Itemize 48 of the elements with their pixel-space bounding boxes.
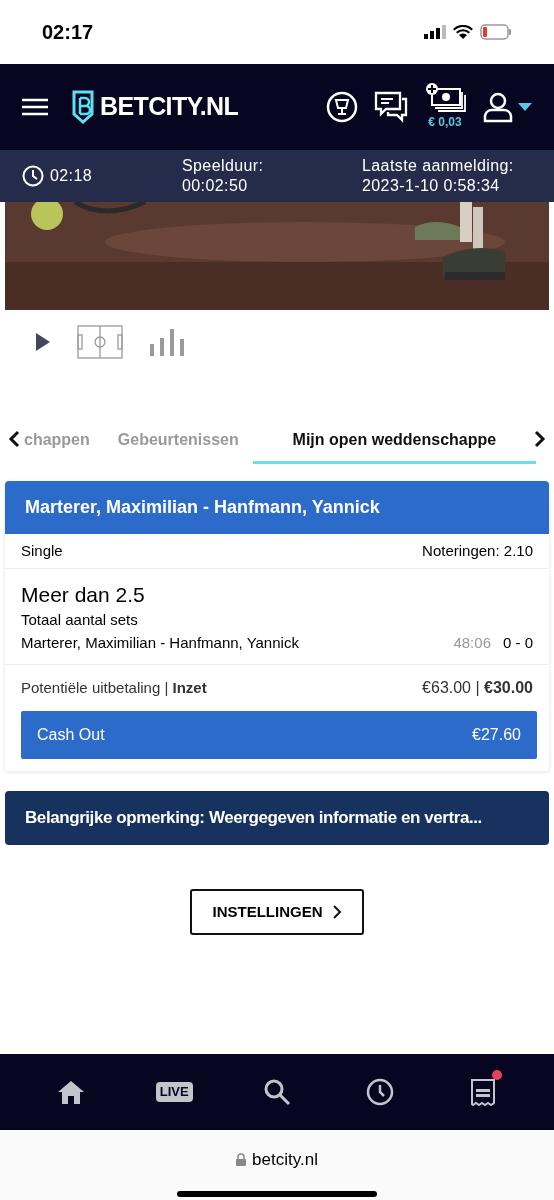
- status-time: 02:17: [42, 20, 94, 45]
- notice-text: Belangrijke opmerking: Weergegeven informatie en vertra...: [25, 807, 482, 830]
- bar-chart-icon[interactable]: [149, 328, 185, 356]
- home-icon[interactable]: [57, 1079, 86, 1105]
- battery-icon: [480, 24, 512, 40]
- signal-icon: [424, 25, 446, 39]
- duration-value: 00:02:50: [182, 176, 249, 196]
- scroll-right-icon[interactable]: [534, 430, 546, 448]
- live-icon[interactable]: LIVE: [155, 1082, 193, 1102]
- match-title: Marterer, Maximilian - Hanfmann, Yannick: [25, 496, 380, 519]
- odds: Noteringen: 2.10: [422, 540, 533, 561]
- score: 0 - 0: [503, 632, 533, 653]
- scroll-left-icon[interactable]: [8, 430, 20, 448]
- last-login-label: Laatste aanmelding:: [362, 156, 514, 176]
- cash-out-button[interactable]: Cash Out €27.60: [21, 711, 537, 759]
- balance-amount: € 0,03: [428, 114, 462, 131]
- home-indicator[interactable]: [177, 1190, 377, 1197]
- payout-value: €63.00 | €30.00: [422, 678, 533, 698]
- clock-icon: [22, 165, 44, 187]
- shield-logo-icon[interactable]: [72, 90, 94, 124]
- wifi-icon: [453, 25, 473, 39]
- search-icon[interactable]: [263, 1078, 291, 1106]
- play-icon[interactable]: [35, 332, 51, 352]
- clock-icon[interactable]: [365, 1078, 394, 1106]
- menu-icon[interactable]: [22, 98, 48, 116]
- clock-time: 02:18: [50, 166, 93, 186]
- field-icon[interactable]: [77, 325, 123, 359]
- caret-icon[interactable]: [518, 103, 532, 111]
- chevron-right-icon: [332, 905, 342, 919]
- notice-banner[interactable]: Belangrijke opmerking: Weergegeven informatie en vertra...: [5, 791, 549, 845]
- cash-deposit-icon[interactable]: [424, 83, 466, 113]
- payout-label: Potentiële uitbetaling | Inzet: [21, 677, 207, 698]
- lock-icon: [236, 1153, 247, 1167]
- url-text[interactable]: betcity.nl: [252, 1147, 318, 1173]
- trophy-icon[interactable]: [326, 91, 358, 123]
- settings-button[interactable]: INSTELLINGEN: [190, 889, 364, 935]
- event-name: Marterer, Maximilian - Hanfmann, Yannick: [21, 632, 299, 653]
- chat-icon[interactable]: [374, 91, 408, 123]
- match-time: 48:06: [453, 632, 491, 653]
- tab[interactable]: Mijn open weddenschappe: [252, 418, 536, 464]
- duration-label: Speelduur:: [182, 156, 265, 176]
- selection: Meer dan 2.5: [21, 582, 146, 608]
- last-login-value: 2023-1-10 0:58:34: [362, 176, 501, 196]
- receipt-icon[interactable]: [469, 1078, 496, 1106]
- bet-type: Single: [21, 540, 63, 561]
- logo-text[interactable]: BETCITY.NL: [100, 88, 239, 126]
- market: Totaal aantal sets: [21, 610, 139, 630]
- user-icon[interactable]: [482, 91, 514, 123]
